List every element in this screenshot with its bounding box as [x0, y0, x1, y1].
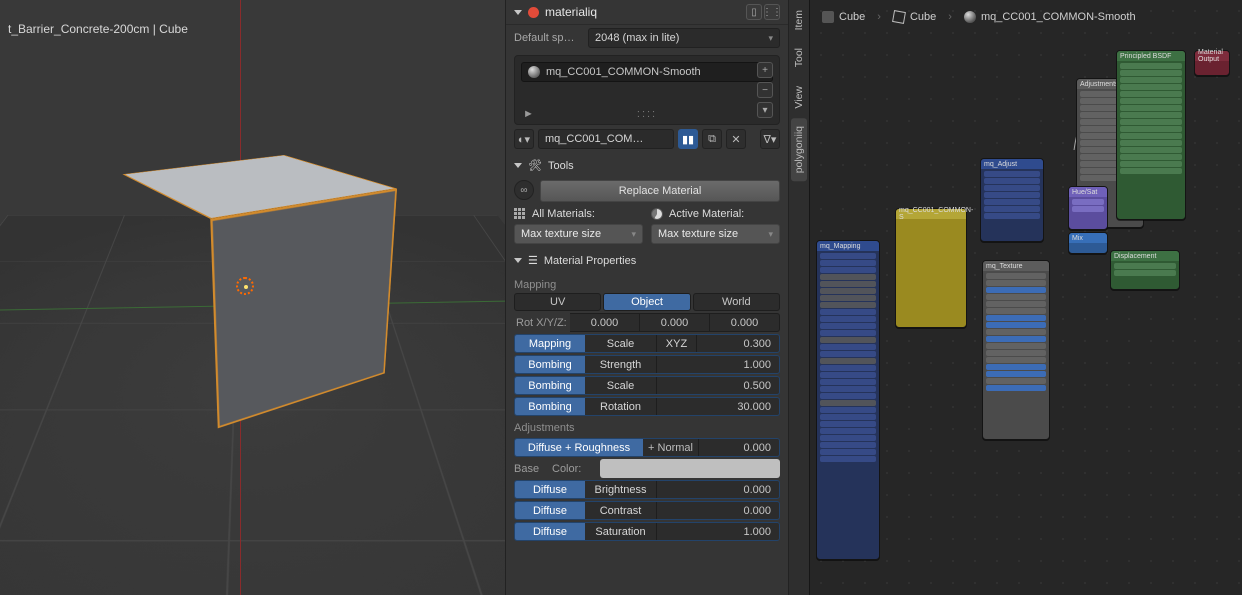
node-editor[interactable]: Cube › Cube › mq_CC001_COMMON-Smooth mq_… — [809, 0, 1242, 595]
copy-material-button[interactable]: ⧉ — [702, 129, 722, 149]
node-principled-bsdf[interactable]: Principled BSDF — [1116, 50, 1186, 220]
slot-add-button[interactable]: + — [757, 62, 773, 78]
slot-remove-button[interactable]: − — [757, 82, 773, 98]
active-material-label: Active Material: — [669, 208, 744, 220]
mapping-scale-a[interactable]: Mapping — [515, 335, 585, 352]
cube-object[interactable] — [160, 180, 390, 410]
diff-bright-b: Brightness — [585, 481, 657, 498]
bombing-rotation-value[interactable]: 30.000 — [657, 398, 779, 415]
n-panel: materialiq ▯ ⋮⋮ Default sp… 2048 (max in… — [505, 0, 788, 595]
sliders-icon: ☰ — [528, 254, 538, 267]
pin-icon[interactable]: ▯ — [746, 4, 762, 20]
material-name-field[interactable]: mq_CC001_COM… — [538, 129, 674, 149]
tab-polygoniiq[interactable]: polygoniiq — [791, 118, 807, 181]
bombing-scale-a[interactable]: Bombing — [515, 377, 585, 394]
slot-material-name: mq_CC001_COMMON-Smooth — [546, 66, 701, 78]
adj-dr-value[interactable]: 0.000 — [699, 439, 779, 456]
tools-label: Tools — [548, 160, 574, 172]
collapse-icon[interactable] — [514, 10, 522, 15]
default-label: Default sp… — [514, 32, 582, 44]
bombing-strength-a[interactable]: Bombing — [515, 356, 585, 373]
node-material-output[interactable]: Material Output — [1194, 50, 1230, 76]
matprops-label: Material Properties — [544, 255, 636, 267]
node-wires — [810, 0, 1110, 150]
base-color-swatch[interactable] — [600, 459, 780, 478]
slot-menu-button[interactable]: ▾ — [757, 102, 773, 118]
slot-grip-icon[interactable]: :::: — [637, 108, 657, 120]
mapping-uv[interactable]: UV — [514, 293, 601, 311]
diff-contrast-a[interactable]: Diffuse — [515, 502, 585, 519]
bombing-scale-value[interactable]: 0.500 — [657, 377, 779, 394]
replace-material-button[interactable]: Replace Material — [540, 180, 780, 202]
viewport-3d[interactable]: t_Barrier_Concrete-200cm | Cube — [0, 0, 505, 595]
origin-marker — [236, 277, 254, 295]
diff-sat-a[interactable]: Diffuse — [515, 523, 585, 540]
active-material-size-select[interactable]: Max texture size▾ — [651, 224, 780, 244]
bombing-scale-b: Scale — [585, 377, 657, 394]
tab-item[interactable]: Item — [791, 2, 807, 38]
material-browse-button[interactable]: ◐▾ — [514, 129, 534, 149]
rot-x-field[interactable]: 0.000 — [570, 313, 640, 332]
grid-icon — [514, 208, 526, 220]
viewport-header: t_Barrier_Concrete-200cm | Cube — [2, 14, 194, 44]
tab-view[interactable]: View — [791, 78, 807, 117]
diff-sat-v[interactable]: 1.000 — [657, 523, 779, 540]
node-small-blue[interactable]: Mix — [1068, 232, 1108, 254]
mapping-scale-b: Scale — [585, 335, 657, 352]
adj-diff-rough[interactable]: Diffuse + Roughness — [515, 439, 643, 456]
addon-icon — [528, 7, 539, 18]
n-panel-tabs: Item Tool View polygoniiq — [788, 0, 809, 595]
panel-title: materialiq — [545, 5, 740, 19]
link-icon[interactable]: ∞ — [514, 180, 534, 200]
bombing-rotation-a[interactable]: Bombing — [515, 398, 585, 415]
diff-contrast-v[interactable]: 0.000 — [657, 502, 779, 519]
tab-tool[interactable]: Tool — [791, 40, 807, 75]
material-slot-list[interactable]: mq_CC001_COMMON-Smooth + − ▾ ► :::: — [514, 55, 780, 125]
color-label: Color: — [552, 463, 596, 475]
mapping-mode-segmented[interactable]: UV Object World — [506, 293, 788, 311]
diff-sat-b: Saturation — [585, 523, 657, 540]
adjustments-subhead: Adjustments — [506, 416, 788, 436]
matprops-collapse-icon[interactable] — [514, 258, 522, 263]
tools-collapse-icon[interactable] — [514, 163, 522, 168]
pie-icon — [651, 208, 663, 220]
slot-play-icon[interactable]: ► — [523, 108, 534, 120]
bombing-rotation-b: Rotation — [585, 398, 657, 415]
rot-label: Rot X/Y/Z: — [514, 317, 570, 329]
material-preview-icon — [528, 66, 540, 78]
all-materials-label: All Materials: — [532, 208, 595, 220]
node-displacement[interactable]: Displacement — [1110, 250, 1180, 290]
diff-contrast-b: Contrast — [585, 502, 657, 519]
default-size-select[interactable]: 2048 (max in lite)▾ — [588, 28, 780, 48]
bombing-strength-value[interactable]: 1.000 — [657, 356, 779, 373]
mapping-subhead: Mapping — [506, 273, 788, 293]
tools-icon: 🛠 — [528, 159, 542, 172]
rot-z-field[interactable]: 0.000 — [710, 313, 780, 332]
node-texture-group[interactable]: mq_CC001_COMMON-S — [895, 208, 967, 328]
node-texture-big[interactable]: mq_Texture — [982, 260, 1050, 440]
menu-icon[interactable]: ⋮⋮ — [764, 4, 780, 20]
mapping-world[interactable]: World — [693, 293, 780, 311]
node-mix-small[interactable]: mq_Adjust — [980, 158, 1044, 242]
adj-normal: + Normal — [643, 439, 699, 456]
base-label: Base — [514, 463, 552, 475]
diff-bright-v[interactable]: 0.000 — [657, 481, 779, 498]
all-materials-size-select[interactable]: Max texture size▾ — [514, 224, 643, 244]
filter-button[interactable]: ∇▾ — [760, 129, 780, 149]
material-slot-active[interactable]: mq_CC001_COMMON-Smooth — [521, 62, 773, 82]
bombing-strength-b: Strength — [585, 356, 657, 373]
mapping-scale-value[interactable]: 0.300 — [697, 335, 779, 352]
node-hue-sat[interactable]: Hue/Sat — [1068, 186, 1108, 230]
node-mapping[interactable]: mq_Mapping — [816, 240, 880, 560]
rot-y-field[interactable]: 0.000 — [640, 313, 710, 332]
nodetree-toggle[interactable]: ▮▮ — [678, 129, 698, 149]
mapping-object[interactable]: Object — [603, 293, 690, 311]
diff-bright-a[interactable]: Diffuse — [515, 481, 585, 498]
unlink-material-button[interactable]: ✕ — [726, 129, 746, 149]
mapping-scale-xyz: XYZ — [657, 335, 697, 352]
